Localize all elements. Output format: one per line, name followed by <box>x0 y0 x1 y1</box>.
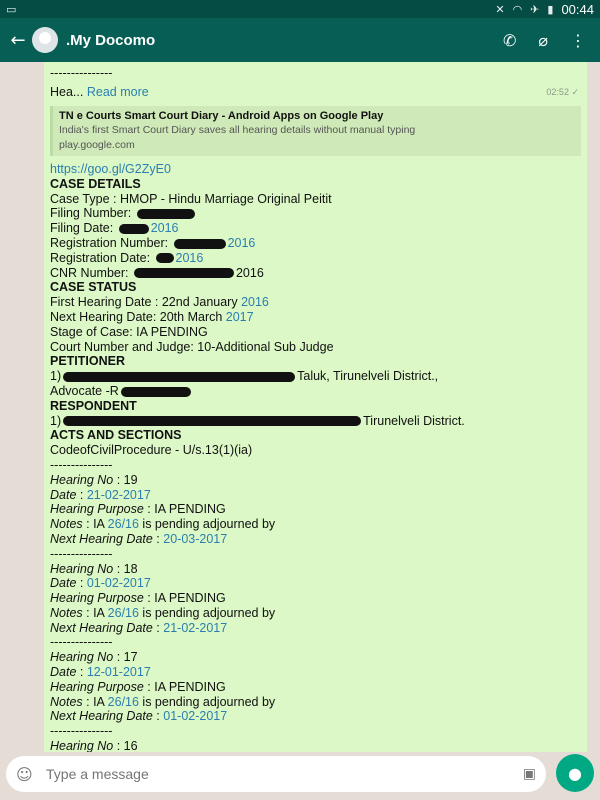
app-bar: ← .My Docomo ✆ ⌀ ⋮ <box>0 18 600 62</box>
chat-area[interactable]: --------------- Hea... Read more 02:52 ✓… <box>0 62 600 752</box>
wifi-icon: ◠ <box>512 2 523 16</box>
message-input[interactable] <box>46 766 523 782</box>
separator-line: --------------- <box>50 635 113 650</box>
separator-line: --------------- <box>50 546 113 561</box>
message-bubble[interactable]: --------------- Hea... Read more 02:52 ✓… <box>44 62 587 752</box>
preview-url: play.google.com <box>59 139 135 152</box>
acts-heading: ACTS AND SECTIONS <box>50 428 182 443</box>
avatar[interactable] <box>32 27 58 53</box>
battery-icon: ▮ <box>547 2 554 16</box>
advocate: Advocate -R <box>50 384 581 399</box>
camera-icon[interactable]: ▣ <box>523 766 536 782</box>
status-time: 00:44 <box>561 1 594 17</box>
hearing-no: Hearing No : 16 <box>50 739 138 752</box>
registration-date: Registration Date: 2016 <box>50 250 204 265</box>
petitioner: 1) Taluk, Tirunelveli District., <box>50 369 439 384</box>
hearing-purpose: Hearing Purpose : IA PENDING <box>50 679 226 694</box>
mic-button[interactable]: ● <box>556 754 594 792</box>
message-time: 02:52 ✓ <box>546 86 579 97</box>
petitioner-heading: PETITIONER <box>50 354 126 369</box>
hearing-no: Hearing No : 18 <box>50 561 138 576</box>
hearing-notes: Notes : IA 26/16 is pending adjourned by <box>50 694 276 709</box>
hearing-date: Date : 01-02-2017 <box>50 576 151 591</box>
phone-icon[interactable]: ✆ <box>503 31 516 50</box>
status-bar: ▭ ✕ ◠ ✈ ▮ 00:44 <box>0 0 600 18</box>
hearing-notes: Notes : IA 26/16 is pending adjourned by <box>50 517 276 532</box>
respondent: 1) Tirunelveli District. <box>50 413 465 428</box>
case-status-heading: CASE STATUS <box>50 280 137 295</box>
hearing-date: Date : 21-02-2017 <box>50 487 151 502</box>
hearing-purpose: Hearing Purpose : IA PENDING <box>50 502 226 517</box>
preview-description: India's first Smart Court Diary saves al… <box>59 124 416 137</box>
case-type: Case Type : HMOP - Hindu Marriage Origin… <box>50 191 332 206</box>
case-details-heading: CASE DETAILS <box>50 176 141 191</box>
mic-icon: ● <box>568 763 582 783</box>
hearing-next-date: Next Hearing Date : 21-02-2017 <box>50 620 228 635</box>
filing-date: Filing Date: 2016 <box>50 221 179 236</box>
more-icon[interactable]: ⋮ <box>570 31 586 50</box>
hearing-no: Hearing No : 17 <box>50 650 138 665</box>
preview-title: TN e Courts Smart Court Diary - Android … <box>59 109 384 122</box>
next-hearing-date: Next Hearing Date: 20th March 2017 <box>50 309 254 324</box>
preview-prefix: Hea... <box>50 84 84 99</box>
act-section: CodeofCivilProcedure - U/s.13(1)(ia) <box>50 443 253 458</box>
court-judge: Court Number and Judge: 10-Additional Su… <box>50 339 334 354</box>
emoji-icon[interactable]: ☺ <box>16 765 40 784</box>
first-hearing-date: First Hearing Date : 22nd January 2016 <box>50 295 269 310</box>
notification-icon: ▭ <box>6 2 17 16</box>
hearing-date: Date : 12-01-2017 <box>50 665 151 680</box>
short-link[interactable]: https://goo.gl/G2ZyE0 <box>50 162 581 177</box>
chat-title[interactable]: .My Docomo <box>66 32 503 49</box>
separator-line: --------------- <box>50 457 113 472</box>
registration-number: Registration Number: 2016 <box>50 235 256 250</box>
hearing-notes: Notes : IA 26/16 is pending adjourned by <box>50 605 276 620</box>
filing-number: Filing Number: <box>50 206 581 221</box>
stage-of-case: Stage of Case: IA PENDING <box>50 324 208 339</box>
mute-icon: ✕ <box>495 2 505 16</box>
link-preview[interactable]: TN e Courts Smart Court Diary - Android … <box>50 105 581 156</box>
respondent-heading: RESPONDENT <box>50 398 137 413</box>
cnr-number: CNR Number: 2016 <box>50 265 264 280</box>
separator-line: --------------- <box>50 724 113 739</box>
airplane-icon: ✈ <box>530 2 540 16</box>
message-input-bar: ☺ ▣ <box>6 756 546 792</box>
read-more-link[interactable]: Read more <box>87 85 149 99</box>
arrow-left-icon[interactable]: ← <box>4 30 32 51</box>
hearing-no: Hearing No : 19 <box>50 472 138 487</box>
hearing-purpose: Hearing Purpose : IA PENDING <box>50 591 226 606</box>
attachment-icon[interactable]: ⌀ <box>538 31 548 50</box>
hearing-next-date: Next Hearing Date : 01-02-2017 <box>50 709 228 724</box>
separator-line: --------------- <box>50 66 113 80</box>
hearing-next-date: Next Hearing Date : 20-03-2017 <box>50 531 228 546</box>
